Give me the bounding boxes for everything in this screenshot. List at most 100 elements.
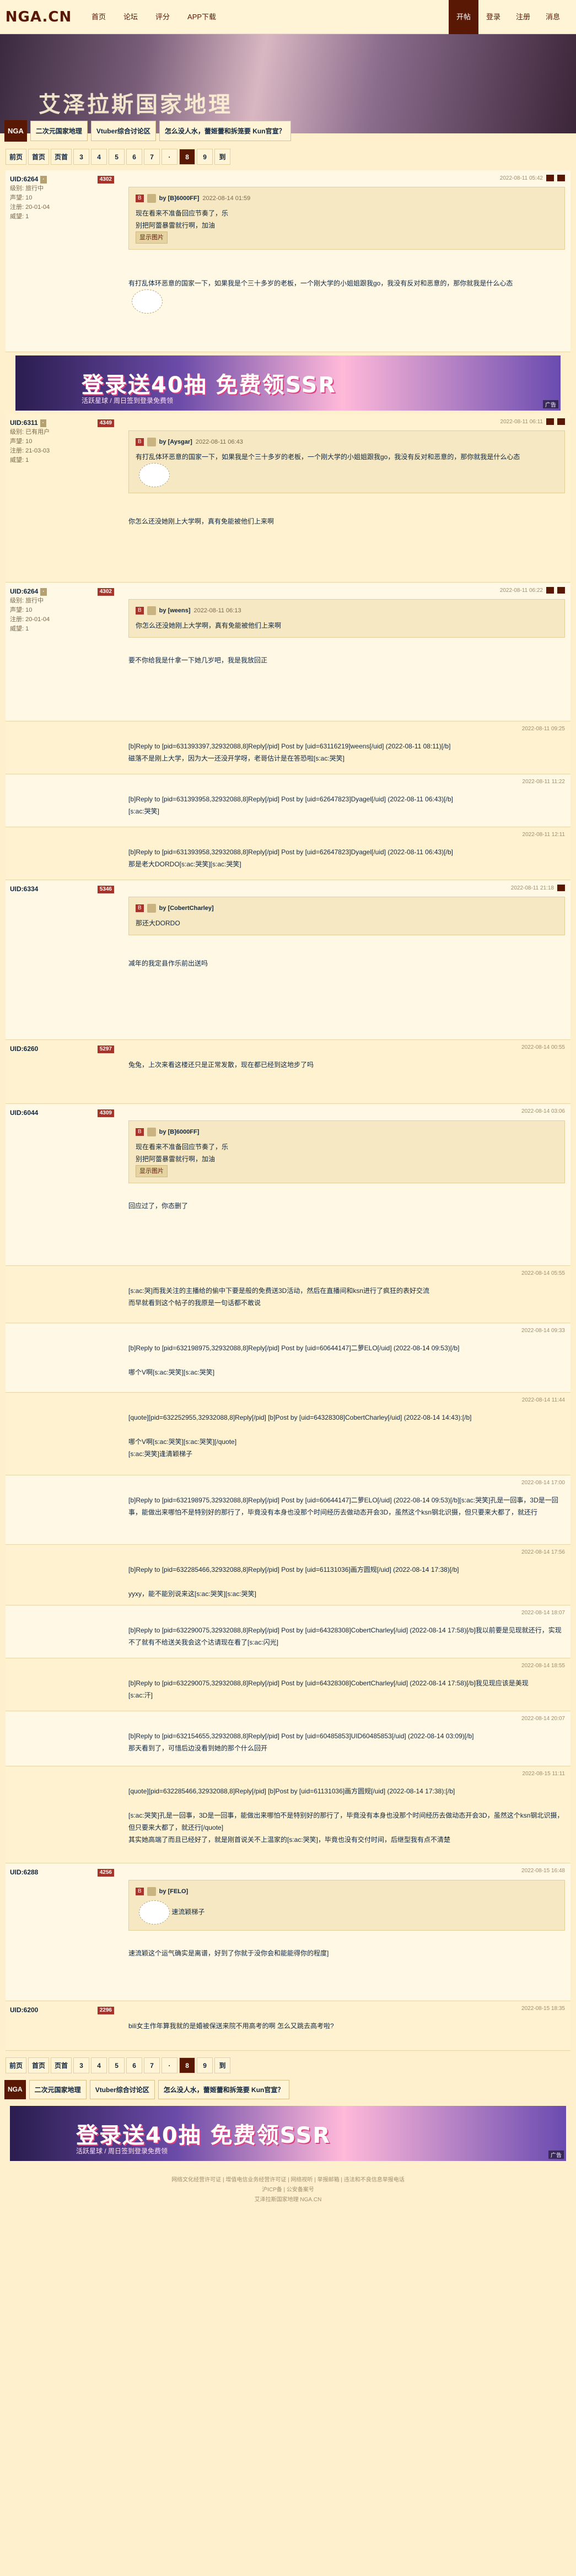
pager-page[interactable]: 3 xyxy=(73,149,90,165)
pager-page[interactable]: 7 xyxy=(144,2057,160,2073)
post-meta: 2022-08-11 05:42 xyxy=(500,175,565,181)
post-item: UID:6264 · 4302 级别: 旅行中 声望: 10 注册: 20-01-0… xyxy=(6,583,570,721)
author-uid[interactable]: UID:6264 · 4302 xyxy=(10,587,114,596)
post-author xyxy=(6,1393,119,1475)
post-author: UID:6200 2296 xyxy=(6,2001,119,2050)
quote-header: Bby [weens] 2022-08-11 06:13 xyxy=(136,605,558,616)
author-uid[interactable]: UID:6311 · 4349 xyxy=(10,418,114,428)
breadcrumb-thread[interactable]: 怎么没人水，蕾姬蕾和拆笼要 Kun官宣？ xyxy=(159,121,291,141)
breadcrumb-subboard[interactable]: Vtuber综合讨论区 xyxy=(89,2080,155,2099)
login-link[interactable]: 登录 xyxy=(478,0,508,34)
pager-goto[interactable]: 到 xyxy=(214,2057,231,2073)
pager-page[interactable]: 页首 xyxy=(51,2057,72,2073)
avatar xyxy=(147,904,156,913)
top-bar: NGA.CN 首页 论坛 评分 APP下载 开帖 登录 注册 消息 xyxy=(0,0,576,34)
author-rank: 级别: 已有用户 xyxy=(10,429,50,435)
pager-prev[interactable]: 前页 xyxy=(6,2057,27,2073)
breadcrumb-board[interactable]: 二次元国家地理 xyxy=(29,2080,87,2099)
pager-page[interactable]: 4 xyxy=(91,149,107,165)
post-meta: 2022-08-14 18:55 xyxy=(521,1663,565,1669)
pager-page[interactable]: 9 xyxy=(197,149,213,165)
messages-link[interactable]: 消息 xyxy=(538,0,568,34)
quote-tag: B xyxy=(136,438,144,446)
pager-page[interactable]: 9 xyxy=(197,2057,213,2073)
pager-prev[interactable]: 前页 xyxy=(6,149,27,165)
pager-page[interactable]: 页首 xyxy=(51,149,72,165)
post-meta: 2022-08-11 06:22 xyxy=(500,587,565,594)
pager-page[interactable]: 5 xyxy=(109,149,125,165)
pager-page[interactable]: 6 xyxy=(126,149,143,165)
pager-first[interactable]: 首页 xyxy=(28,149,50,165)
uid-text: UID:6200 xyxy=(10,2006,39,2014)
breadcrumb-thread[interactable]: 怎么没人水，蕾姬蕾和拆笼要 Kun官宣？ xyxy=(158,2080,290,2099)
pager-top: 前页 首页 页首 3 4 5 6 7 · 8 9 到 xyxy=(6,149,570,165)
site-logo[interactable]: NGA.CN xyxy=(0,0,77,34)
pager-first[interactable]: 首页 xyxy=(28,2057,50,2073)
quote-user[interactable]: by [B]6000FF] xyxy=(159,193,200,204)
pager-page[interactable]: 5 xyxy=(109,2057,125,2073)
post-item: UID:6334 5346 2022-08-11 21:18 Bby [Cober… xyxy=(6,880,570,1040)
uid-text: UID:6044 xyxy=(10,1109,39,1117)
post-text: [b]Reply to [pid=632198975,32932088,8]Re… xyxy=(128,1496,558,1516)
breadcrumb-board[interactable]: 二次元国家地理 xyxy=(30,121,88,141)
ad-title: 登录送40抽 免费领SSR xyxy=(82,373,337,398)
post-time: 2022-08-11 21:18 xyxy=(510,885,554,891)
nav-forum[interactable]: 论坛 xyxy=(115,0,147,34)
post-author: UID:6044 4309 xyxy=(6,1104,119,1265)
post-author: UID:6260 5297 xyxy=(6,1040,119,1103)
avatar xyxy=(147,1128,156,1136)
author-uid[interactable]: UID:6288 4256 xyxy=(10,1868,114,1877)
breadcrumb-home[interactable]: NGA xyxy=(4,2080,26,2099)
post-number-badge: 5297 xyxy=(97,1045,114,1053)
nav-home[interactable]: 首页 xyxy=(83,0,115,34)
show-image-button[interactable]: 显示图片 xyxy=(136,231,168,244)
author-uid[interactable]: UID:6200 2296 xyxy=(10,2006,114,2015)
quote-user[interactable]: by [FELO] xyxy=(159,1886,189,1897)
reply-icon[interactable] xyxy=(546,587,554,594)
new-post-button[interactable]: 开帖 xyxy=(448,0,478,34)
post-author xyxy=(6,721,119,774)
author-uid[interactable]: UID:6264 · 4302 xyxy=(10,175,114,184)
reply-icon[interactable] xyxy=(546,175,554,181)
post-time: 2022-08-14 17:00 xyxy=(521,1480,565,1486)
author-wealth: 威望: 1 xyxy=(10,457,29,464)
pager-page[interactable]: 6 xyxy=(126,2057,143,2073)
ad-banner[interactable]: 登录送40抽 免费领SSR 活跃星球 / 周日签到登录免费领 广告 xyxy=(10,2106,566,2161)
quote-block: Bby [FELO] 速流颖梯子 xyxy=(128,1880,565,1931)
ad-banner[interactable]: 登录送40抽 免费领SSR 活跃星球 / 周日签到登录免费领 广告 xyxy=(15,355,561,411)
more-icon[interactable] xyxy=(557,175,565,181)
nav-app[interactable]: APP下载 xyxy=(179,0,225,34)
more-icon[interactable] xyxy=(557,418,565,425)
show-image-button[interactable]: 显示图片 xyxy=(136,1165,168,1177)
quote-header: Bby [B]6000FF] 2022-08-14 01:59 xyxy=(136,193,558,204)
quote-line: 你怎么还没她刚上大学啊，真有免能被他们上来啊 xyxy=(136,622,282,629)
pager-page[interactable]: 3 xyxy=(73,2057,90,2073)
post-meta: 2022-08-14 05:55 xyxy=(521,1270,565,1276)
more-icon[interactable] xyxy=(557,587,565,594)
author-uid[interactable]: UID:6334 5346 xyxy=(10,885,114,894)
nav-rating[interactable]: 评分 xyxy=(147,0,179,34)
breadcrumb-subboard[interactable]: Vtuber综合讨论区 xyxy=(90,121,156,141)
breadcrumb-home[interactable]: NGA xyxy=(4,120,27,142)
post-body: 2022-08-15 11:11 [quote][pid=632285466,32… xyxy=(119,1766,570,1863)
reply-icon[interactable] xyxy=(557,885,565,891)
quote-line: 速流颖梯子 xyxy=(171,1908,205,1916)
author-uid[interactable]: UID:6260 5297 xyxy=(10,1044,114,1054)
author-uid[interactable]: UID:6044 4309 xyxy=(10,1108,114,1118)
author-fame: 声望: 10 xyxy=(10,195,33,201)
pager-page[interactable]: 7 xyxy=(144,149,160,165)
uid-text: UID:6264 xyxy=(10,588,39,595)
reply-icon[interactable] xyxy=(546,418,554,425)
post-meta: 2022-08-15 11:11 xyxy=(523,1771,565,1777)
pager-goto[interactable]: 到 xyxy=(214,149,231,165)
pager-page[interactable]: 4 xyxy=(91,2057,107,2073)
user-nav: 开帖 登录 注册 消息 xyxy=(448,0,568,34)
post-item: 2022-08-14 18:55 [b]Reply to [pid=6322900… xyxy=(6,1658,570,1711)
post-item: 2022-08-14 05:55 [s:ac:哭]而我关注的主播给的偷中下要是般的… xyxy=(6,1266,570,1323)
register-link[interactable]: 注册 xyxy=(508,0,538,34)
quote-user[interactable]: by [Aysgar] xyxy=(159,436,192,448)
quote-user[interactable]: by [weens] xyxy=(159,605,191,616)
quote-user[interactable]: by [B]6000FF] xyxy=(159,1127,200,1138)
ad-subtitle: 活跃星球 / 周日签到登录免费领 xyxy=(76,2147,168,2155)
quote-user[interactable]: by [CobertCharley] xyxy=(159,903,214,914)
